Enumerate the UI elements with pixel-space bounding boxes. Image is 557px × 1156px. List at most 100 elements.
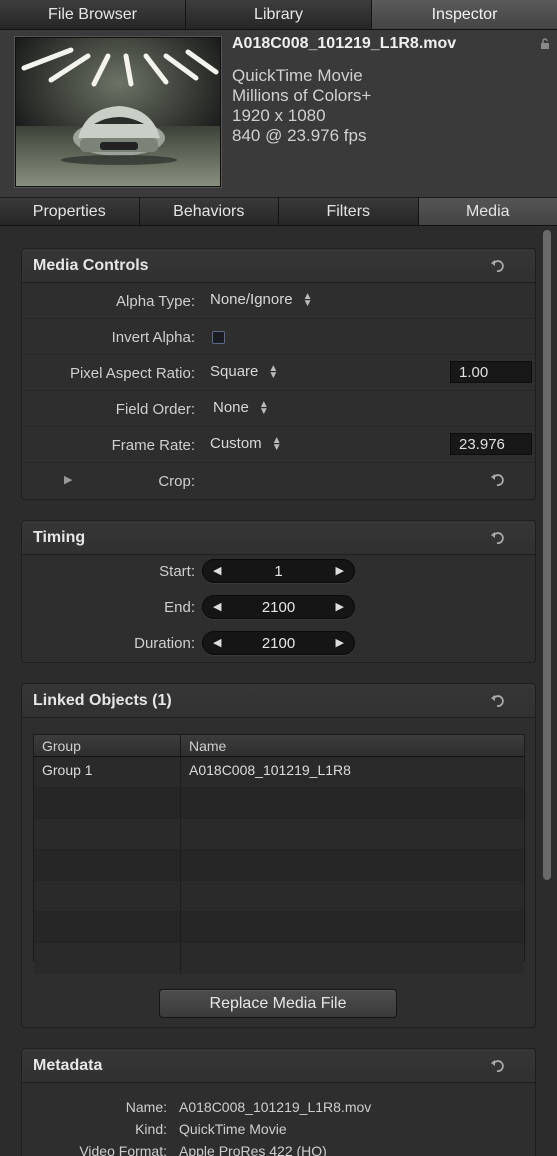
- increment-arrow-icon[interactable]: ▶: [336, 564, 344, 577]
- invert-alpha-checkbox[interactable]: [212, 331, 225, 344]
- tab-file-browser[interactable]: File Browser: [0, 0, 186, 29]
- frame-rate-field[interactable]: 23.976: [450, 433, 532, 455]
- cell-name: A018C008_101219_L1R8: [189, 762, 351, 778]
- duration-stepper[interactable]: ◀ 2100 ▶: [202, 631, 355, 655]
- table-row-empty: [34, 788, 524, 819]
- vertical-scrollbar[interactable]: [543, 230, 551, 880]
- file-resolution: 1920 x 1080: [232, 106, 326, 125]
- invert-alpha-row: Invert Alpha:: [22, 319, 535, 355]
- timing-group: Timing Start: ◀ 1 ▶ End: ◀ 2100 ▶ Durati…: [21, 520, 536, 663]
- file-name: A018C008_101219_L1R8.mov: [232, 35, 457, 52]
- field-order-label: Field Order:: [115, 401, 195, 418]
- end-row: End: ◀ 2100 ▶: [22, 591, 535, 627]
- alpha-type-value: None/Ignore: [210, 291, 293, 308]
- pixel-aspect-row: Pixel Aspect Ratio: Square ▲ ▼ 1.00: [22, 355, 535, 391]
- table-header: Group Name: [34, 735, 524, 757]
- end-value[interactable]: 2100: [233, 599, 324, 616]
- updown-arrows-icon: ▲ ▼: [258, 399, 269, 418]
- timing-header[interactable]: Timing: [22, 521, 535, 555]
- tab-behaviors[interactable]: Behaviors: [140, 198, 279, 225]
- table-row-empty: [34, 943, 524, 974]
- column-header-name[interactable]: Name: [181, 735, 524, 756]
- decrement-arrow-icon[interactable]: ◀: [213, 600, 221, 613]
- reset-arrow-icon[interactable]: [489, 472, 505, 488]
- field-order-row: Field Order: None ▲ ▼: [22, 391, 535, 427]
- end-label: End:: [164, 599, 195, 616]
- frame-rate-label: Frame Rate:: [111, 437, 195, 454]
- alpha-type-popup[interactable]: None/Ignore ▲ ▼: [210, 291, 313, 310]
- linked-objects-header[interactable]: Linked Objects (1): [22, 684, 535, 718]
- inspector-header: A018C008_101219_L1R8.mov QuickTime Movie…: [0, 30, 557, 198]
- top-tab-bar: File Browser Library Inspector: [0, 0, 557, 30]
- increment-arrow-icon[interactable]: ▶: [336, 600, 344, 613]
- field-order-value: None: [213, 399, 249, 416]
- start-value[interactable]: 1: [233, 563, 324, 580]
- tab-filters[interactable]: Filters: [279, 198, 419, 225]
- field-order-popup[interactable]: None ▲ ▼: [213, 399, 269, 418]
- tab-media[interactable]: Media: [418, 198, 557, 225]
- reset-arrow-icon[interactable]: [489, 258, 505, 274]
- media-controls-title: Media Controls: [33, 257, 149, 274]
- decrement-arrow-icon[interactable]: ◀: [213, 564, 221, 577]
- frame-rate-row: Frame Rate: Custom ▲ ▼ 23.976: [22, 427, 535, 463]
- table-row[interactable]: Group 1 A018C008_101219_L1R8: [34, 757, 524, 788]
- duration-label: Duration:: [134, 635, 195, 652]
- start-label: Start:: [159, 563, 195, 580]
- pixel-aspect-field[interactable]: 1.00: [450, 361, 532, 383]
- table-row-empty: [34, 912, 524, 943]
- file-color-depth: Millions of Colors+: [232, 86, 372, 105]
- frame-rate-popup[interactable]: Custom ▲ ▼: [210, 435, 282, 454]
- table-row-empty: [34, 881, 524, 912]
- pixel-aspect-label: Pixel Aspect Ratio:: [69, 365, 195, 382]
- end-stepper[interactable]: ◀ 2100 ▶: [202, 595, 355, 619]
- crop-row: ▶ Crop:: [22, 463, 535, 499]
- metadata-header[interactable]: Metadata: [22, 1049, 535, 1083]
- alpha-type-row: Alpha Type: None/Ignore ▲ ▼: [22, 283, 535, 319]
- timing-title: Timing: [33, 529, 86, 546]
- tab-library[interactable]: Library: [186, 0, 372, 29]
- file-frames-fps: 840 @ 23.976 fps: [232, 126, 367, 145]
- decrement-arrow-icon[interactable]: ◀: [213, 636, 221, 649]
- increment-arrow-icon[interactable]: ▶: [336, 636, 344, 649]
- replace-media-button[interactable]: Replace Media File: [159, 989, 397, 1018]
- updown-arrows-icon: ▲ ▼: [302, 291, 313, 310]
- metadata-kind-label: Kind:: [135, 1121, 167, 1137]
- table-row-empty: [34, 819, 524, 850]
- metadata-format-label: Video Format:: [79, 1143, 167, 1156]
- frame-rate-value: Custom: [210, 435, 262, 452]
- tab-properties[interactable]: Properties: [0, 198, 140, 225]
- linked-objects-title: Linked Objects (1): [33, 692, 172, 709]
- linked-objects-table: Group Name Group 1 A018C008_101219_L1R8: [33, 734, 525, 974]
- lock-icon[interactable]: [539, 38, 551, 50]
- table-row-empty: [34, 850, 524, 881]
- media-controls-header[interactable]: Media Controls: [22, 249, 535, 283]
- reset-arrow-icon[interactable]: [489, 693, 505, 709]
- duration-row: Duration: ◀ 2100 ▶: [22, 627, 535, 663]
- linked-objects-group: Linked Objects (1) Group Name Group 1 A0…: [21, 683, 536, 1028]
- updown-arrows-icon: ▲ ▼: [271, 435, 282, 454]
- metadata-group: Metadata Name: A018C008_101219_L1R8.mov …: [21, 1048, 536, 1156]
- pixel-aspect-value: Square: [210, 363, 259, 380]
- duration-value[interactable]: 2100: [233, 635, 324, 652]
- crop-label: Crop:: [158, 473, 195, 490]
- updown-arrows-icon: ▲ ▼: [268, 363, 279, 382]
- start-row: Start: ◀ 1 ▶: [22, 555, 535, 591]
- file-kind: QuickTime Movie: [232, 66, 363, 85]
- media-controls-group: Media Controls Alpha Type: None/Ignore ▲ ▼…: [21, 248, 536, 500]
- inspector-tab-bar: Properties Behaviors Filters Media: [0, 198, 557, 226]
- tab-inspector[interactable]: Inspector: [372, 0, 557, 29]
- media-thumbnail: [15, 37, 221, 187]
- disclosure-triangle-icon[interactable]: ▶: [64, 473, 72, 486]
- metadata-title: Metadata: [33, 1057, 103, 1074]
- metadata-kind-value: QuickTime Movie: [179, 1121, 287, 1137]
- reset-arrow-icon[interactable]: [489, 1058, 505, 1074]
- pixel-aspect-popup[interactable]: Square ▲ ▼: [210, 363, 279, 382]
- metadata-name-label: Name:: [125, 1099, 167, 1115]
- metadata-name-value: A018C008_101219_L1R8.mov: [179, 1099, 372, 1115]
- start-stepper[interactable]: ◀ 1 ▶: [202, 559, 355, 583]
- cell-group: Group 1: [34, 757, 181, 787]
- column-header-group[interactable]: Group: [34, 735, 181, 756]
- metadata-format-value: Apple ProRes 422 (HQ): [179, 1143, 327, 1156]
- alpha-type-label: Alpha Type:: [116, 293, 195, 310]
- reset-arrow-icon[interactable]: [489, 530, 505, 546]
